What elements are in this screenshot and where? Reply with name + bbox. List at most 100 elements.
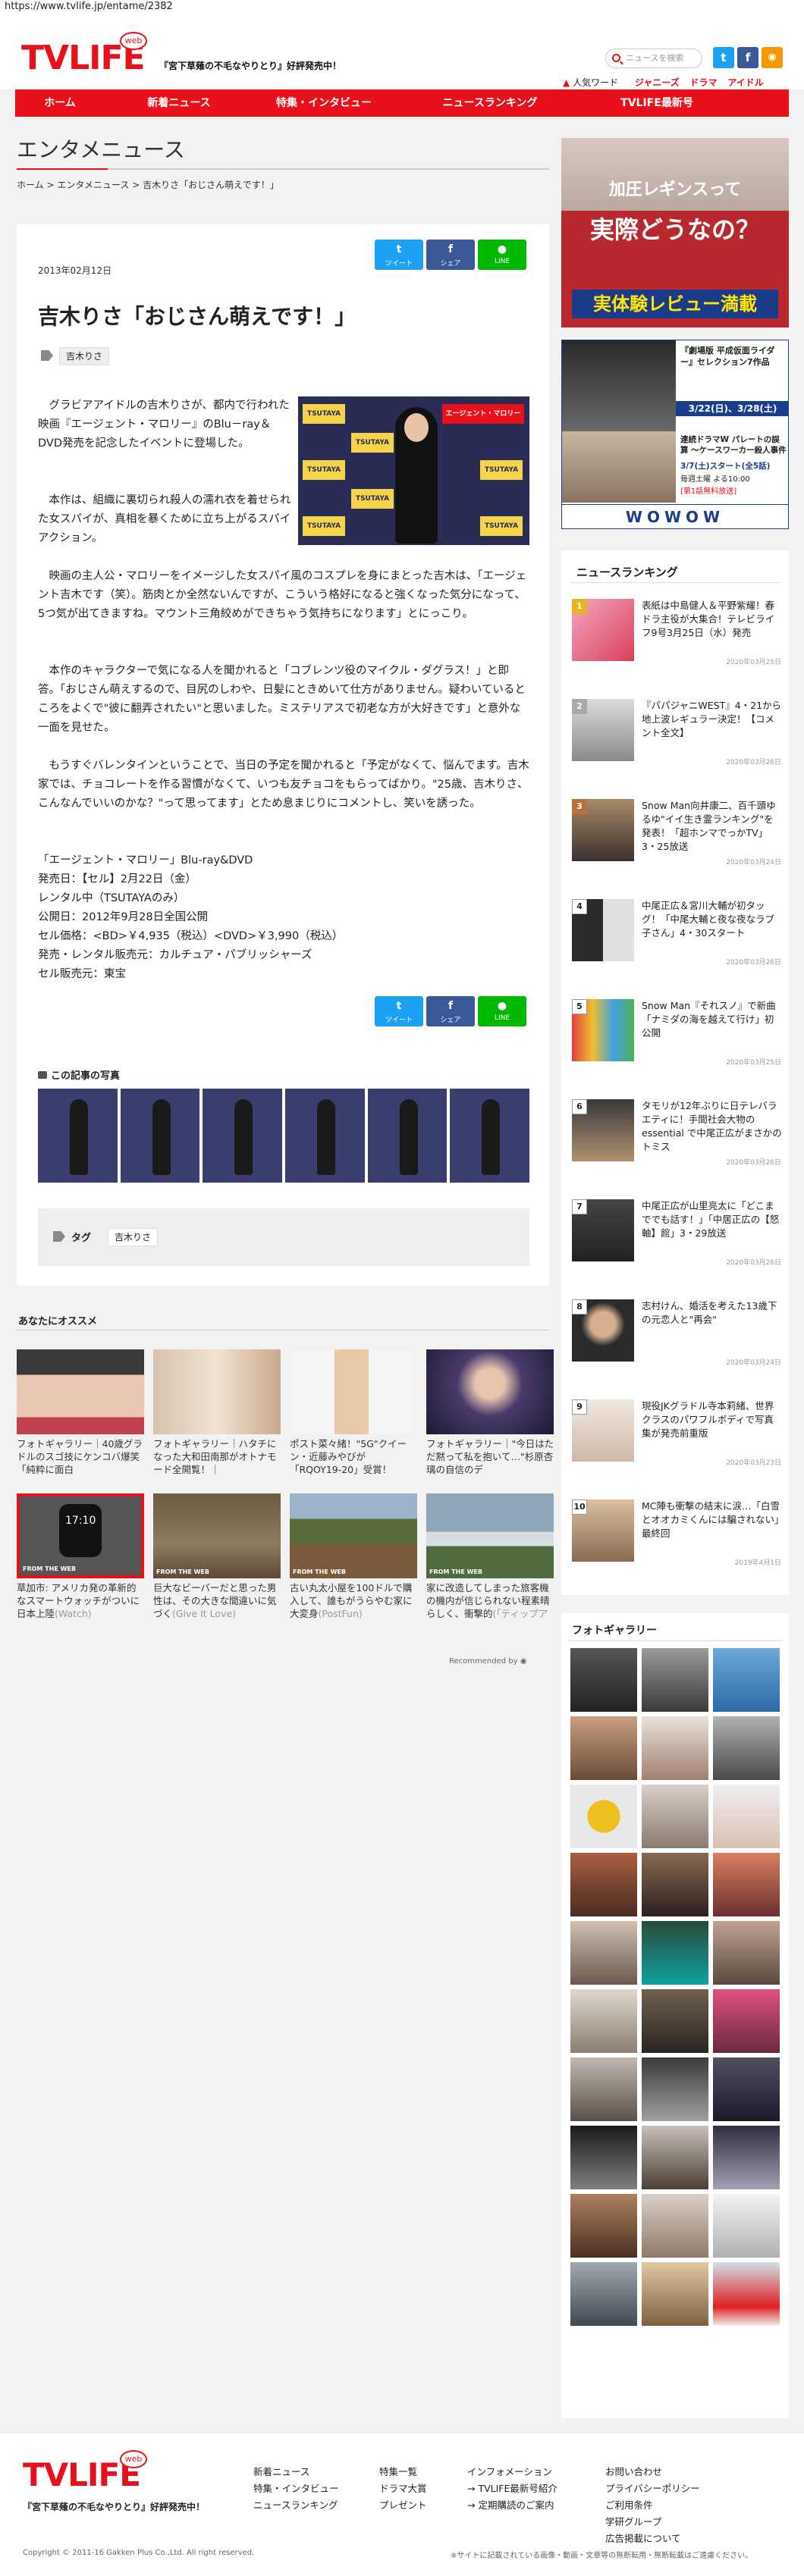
- gallery-thumbnail[interactable]: [642, 1785, 708, 1848]
- ranking-item[interactable]: 1 表紙は中島健人＆平野紫耀！春ドラ主役が大集合！テレビライフ9号3月25日（水…: [572, 599, 781, 666]
- nav-ranking[interactable]: ニュースランキング: [394, 89, 586, 117]
- site-logo[interactable]: TVLIFE web: [21, 32, 150, 79]
- search-input[interactable]: ニュースを検索: [605, 49, 702, 68]
- facebook-icon[interactable]: f: [737, 47, 758, 68]
- facebook-share-button[interactable]: f シェア: [426, 240, 475, 270]
- recommend-item[interactable]: フォトギャラリー｜ハタチになった大和田南那がオトナモード全開覧！｜: [153, 1349, 281, 1477]
- footer-logo[interactable]: TVLIFE web: [23, 2450, 152, 2494]
- recommend-item[interactable]: FROM THE WEB 家に改造してしまった旅客機の機内が信じられない程素晴ら…: [426, 1493, 554, 1621]
- breadcrumb-home[interactable]: ホーム: [17, 180, 44, 190]
- photo-thumbnail[interactable]: [203, 1089, 283, 1183]
- photo-thumbnail[interactable]: [367, 1089, 448, 1183]
- ranking-item[interactable]: 4 中尾正広＆宮川大輔が初タッグ！「中尾大輔と夜な夜なラブ子さん」4・30スター…: [572, 899, 781, 967]
- footer-link[interactable]: 新着ニュース: [253, 2464, 339, 2480]
- nav-features[interactable]: 特集・インタビュー: [253, 89, 394, 117]
- tweet-button[interactable]: t ツイート: [375, 240, 423, 270]
- gallery-thumbnail[interactable]: [713, 1648, 780, 1712]
- photo-thumbnail[interactable]: [38, 1089, 118, 1183]
- gallery-thumbnail[interactable]: [570, 2126, 637, 2189]
- footer-link[interactable]: プレゼント: [379, 2497, 427, 2514]
- tag-link[interactable]: 吉木りさ: [108, 1228, 159, 1246]
- popular-word[interactable]: アイドル: [727, 77, 763, 88]
- ranking-item[interactable]: 10 MC陣も衝撃の結末に涙…「白雪とオオカミくんには騙されない」最終回 201…: [572, 1500, 781, 1567]
- gallery-thumbnail[interactable]: [642, 2126, 708, 2189]
- tag-link[interactable]: 吉木りさ: [59, 347, 110, 365]
- gallery-thumbnail[interactable]: [570, 1716, 637, 1780]
- gallery-thumbnail[interactable]: [713, 1785, 780, 1848]
- gallery-thumbnail[interactable]: [570, 2057, 637, 2121]
- footer-link[interactable]: プライバシーポリシー: [605, 2480, 700, 2497]
- gallery-thumbnail[interactable]: [713, 1989, 780, 2053]
- gallery-thumbnail[interactable]: [570, 1785, 637, 1848]
- gallery-thumbnail[interactable]: [570, 2262, 637, 2326]
- gallery-thumbnail[interactable]: [642, 2262, 708, 2326]
- ranking-item[interactable]: 5 Snow Man『それスノ』で新曲「ナミダの海を越えて行け」初公開 2020…: [572, 999, 781, 1067]
- line-share-button-bottom[interactable]: ● LINE: [478, 996, 526, 1026]
- facebook-share-button-bottom[interactable]: f シェア: [426, 996, 475, 1026]
- gallery-thumbnail[interactable]: [642, 1989, 708, 2053]
- recommend-item[interactable]: FROM THE WEB 古い丸太小屋を100ドルで購入して、誰もがうらやむ家に…: [290, 1493, 417, 1621]
- gallery-thumbnail[interactable]: [642, 1853, 708, 1916]
- ranking-item[interactable]: 2 『パパジャニWEST』4・21から地上波レギュラー決定！【コメント全文】 2…: [572, 699, 781, 766]
- gallery-thumbnail[interactable]: [713, 1716, 780, 1780]
- ranking-item[interactable]: 7 中尾正広が山里亮太に「どこまででも話す！」「中居正広の【怒軸】館」3・29放…: [572, 1199, 781, 1267]
- recommend-source: (Watch): [55, 1608, 92, 1619]
- article-photo[interactable]: TSUTAYA TSUTAYA TSUTAYA TSUTAYA TSUTAYA …: [298, 396, 529, 545]
- gallery-thumbnail[interactable]: [713, 2194, 780, 2258]
- rss-icon[interactable]: ◉: [762, 47, 783, 68]
- gallery-thumbnail[interactable]: [642, 1921, 708, 1985]
- breadcrumb-entame[interactable]: エンタメニュース: [57, 180, 129, 190]
- gallery-thumbnail[interactable]: [642, 1716, 708, 1780]
- line-share-button[interactable]: ● LINE: [478, 240, 526, 270]
- gallery-thumbnail[interactable]: [570, 1853, 637, 1916]
- gallery-thumbnail[interactable]: [642, 2194, 708, 2258]
- footer-link[interactable]: 特集・インタビュー: [253, 2480, 339, 2497]
- footer-link[interactable]: 特集一覧: [379, 2464, 427, 2480]
- gallery-thumbnail[interactable]: [570, 1648, 637, 1712]
- header-tagline[interactable]: 『宮下草薙の不毛なやりとり』好評発売中！: [159, 59, 341, 72]
- ranking-item[interactable]: 6 タモリが12年ぶりに日テレバラエティに！手間社会大物の essential …: [572, 1099, 782, 1167]
- popular-word[interactable]: ジャニーズ: [635, 77, 680, 88]
- gallery-thumbnail[interactable]: [713, 2057, 780, 2121]
- recommended-by[interactable]: Recommended by ◉: [449, 1657, 526, 1666]
- gallery-thumbnail[interactable]: [713, 1921, 780, 1985]
- recommend-item[interactable]: 17:10 FROM THE WEB 草加市: アメリカ発の革新的なスマートウォ…: [17, 1493, 144, 1621]
- footer-link[interactable]: お問い合わせ: [605, 2464, 700, 2480]
- photo-thumbnail[interactable]: [120, 1089, 200, 1183]
- address-bar[interactable]: https://www.tvlife.jp/entame/2382: [0, 0, 804, 15]
- footer-link[interactable]: 広告掲載について: [605, 2531, 700, 2547]
- footer-tagline[interactable]: 『宮下草薙の不毛なやりとり』好評発売中！: [23, 2500, 205, 2513]
- footer-link[interactable]: インフォメーション: [467, 2464, 557, 2480]
- gallery-thumbnail[interactable]: [713, 2262, 780, 2326]
- gallery-thumbnail[interactable]: [642, 1648, 708, 1712]
- twitter-icon[interactable]: t: [713, 47, 734, 68]
- recommend-item[interactable]: FROM THE WEB 巨大なビーバーだと思った男性は、その大きな間違いに気づ…: [153, 1493, 281, 1621]
- photo-thumbnail[interactable]: [285, 1089, 365, 1183]
- gallery-thumbnail[interactable]: [570, 2194, 637, 2258]
- footer-link[interactable]: ご利用条件: [605, 2497, 700, 2514]
- recommend-item[interactable]: フォトギャラリー｜40歳グラドルのスゴ技にケンコバ爆笑「純粋に面白: [17, 1349, 144, 1477]
- footer-link[interactable]: → 定期購読のご案内: [467, 2497, 557, 2514]
- sidebar-ad-leggings[interactable]: 加圧レギンスって 実際どうなの？ 実体験レビュー満載: [561, 138, 789, 327]
- ranking-item[interactable]: 3 Snow Man向井康二、百千頭ゆるゆ"イイ生き霊ランキング"を発表！「超ホ…: [572, 799, 781, 867]
- tweet-button-bottom[interactable]: t ツイート: [375, 996, 423, 1026]
- gallery-thumbnail[interactable]: [642, 2057, 708, 2121]
- nav-latest-issue[interactable]: TVLIFE最新号: [586, 89, 728, 117]
- ranking-item[interactable]: 8 志村けん、婚活を考えた13歳下の元恋人と"再会" 2020年03月24日: [572, 1299, 781, 1367]
- footer-link[interactable]: → TVLIFE最新号紹介: [467, 2480, 557, 2497]
- recommend-item[interactable]: ポスト菜々緒！"5G"クイーン・近藤みやびが「RQOY19-20」受賞！: [290, 1349, 417, 1477]
- gallery-thumbnail[interactable]: [570, 1921, 637, 1985]
- nav-home[interactable]: ホーム: [15, 89, 105, 117]
- footer-link[interactable]: 学研グループ: [605, 2514, 700, 2531]
- gallery-thumbnail[interactable]: [713, 1853, 780, 1916]
- recommend-item[interactable]: フォトギャラリー｜"今日はただ黙って私を抱いて…"杉原杏璃の自信のデ: [426, 1349, 554, 1477]
- ranking-item[interactable]: 9 現役JKグラドル寺本莉緒、世界クラスのパワフルボディで写真集が発売前重版 2…: [572, 1399, 781, 1467]
- nav-latest-news[interactable]: 新着ニュース: [105, 89, 253, 117]
- gallery-thumbnail[interactable]: [570, 1989, 637, 2053]
- gallery-thumbnail[interactable]: [713, 2126, 780, 2189]
- popular-word[interactable]: ドラマ: [690, 77, 718, 88]
- sidebar-ad-wowow[interactable]: 『劇場版 平成仮面ライダー』セレクション7作品 3/22(日)、3/28(土) …: [561, 340, 789, 529]
- footer-link[interactable]: ニュースランキング: [253, 2497, 339, 2514]
- photo-thumbnail[interactable]: [450, 1089, 530, 1183]
- footer-link[interactable]: ドラマ大賞: [379, 2480, 427, 2497]
